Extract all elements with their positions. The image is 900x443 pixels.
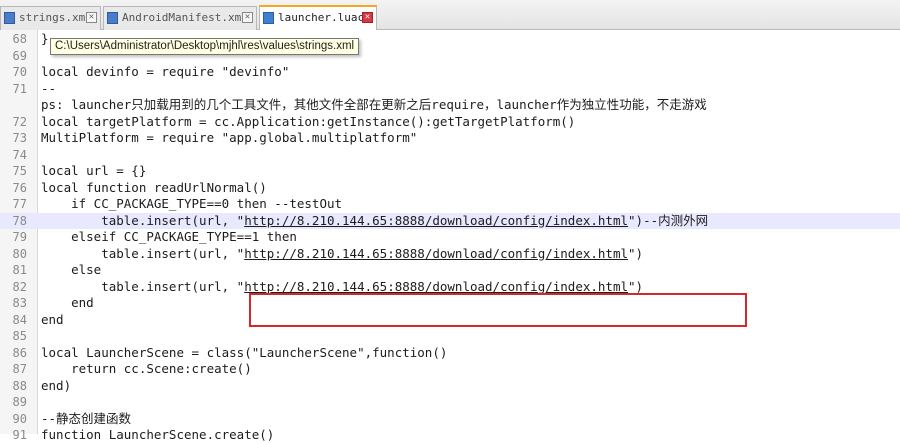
line-number: 84 bbox=[12, 312, 27, 327]
file-path-tooltip: C:\Users\Administrator\Desktop\mjhl\res\… bbox=[50, 38, 360, 55]
line-number: 79 bbox=[12, 230, 27, 244]
code-text: else bbox=[41, 262, 102, 277]
url-link[interactable]: http://8.210.144.65:8888/download/config… bbox=[244, 279, 628, 294]
url-link[interactable]: http://8.210.144.65:8888/download/config… bbox=[244, 213, 628, 228]
tab-label: launcher.luac bbox=[278, 11, 365, 24]
code-text: end bbox=[41, 295, 94, 310]
line-number: 76 bbox=[12, 180, 27, 195]
code-text: -- bbox=[41, 80, 57, 96]
code-text: function LauncherScene.create() bbox=[41, 427, 275, 442]
code-line[interactable]: 91 function LauncherScene.create() bbox=[0, 427, 900, 443]
line-number: 83 bbox=[12, 296, 27, 310]
code-segment: ") bbox=[628, 245, 644, 261]
line-number: 89 bbox=[12, 395, 27, 409]
code-segment: table.insert(url, " bbox=[41, 278, 245, 294]
code-line[interactable]: 79 elseif CC_PACKAGE_TYPE==1 then bbox=[0, 229, 900, 245]
tab-bar: strings.xml ✕ AndroidManifest.xml ✕ laun… bbox=[0, 0, 900, 30]
code-line[interactable]: 90 --静态创建函数 bbox=[0, 411, 900, 427]
code-line[interactable]: 75 local url = {} bbox=[0, 163, 900, 179]
code-line[interactable]: 89 bbox=[0, 394, 900, 410]
code-segment: table.insert(url, " bbox=[41, 245, 245, 261]
code-line[interactable]: 87 return cc.Scene:create() bbox=[0, 361, 900, 377]
tab-label: AndroidManifest.xml bbox=[122, 11, 248, 24]
code-text: local url = {} bbox=[41, 163, 147, 178]
code-text: --静态创建函数 bbox=[41, 410, 132, 426]
code-line[interactable]: 72 local targetPlatform = cc.Application:… bbox=[0, 114, 900, 130]
close-icon[interactable]: ✕ bbox=[86, 12, 97, 23]
code-text: local devinfo = require "devinfo" bbox=[41, 64, 290, 79]
code-line[interactable]: 74 bbox=[0, 147, 900, 163]
code-text: local targetPlatform = cc.Application:ge… bbox=[41, 113, 576, 129]
code-line[interactable]: 86 local LauncherScene = class("LauncherS… bbox=[0, 345, 900, 361]
code-text: elseif CC_PACKAGE_TYPE==1 then bbox=[41, 229, 297, 244]
code-text: local function readUrlNormal() bbox=[41, 179, 267, 195]
line-number: 71 bbox=[12, 81, 27, 96]
line-number: 73 bbox=[12, 131, 27, 145]
line-number: 81 bbox=[12, 263, 27, 277]
close-icon[interactable]: ✕ bbox=[242, 12, 253, 23]
code-line[interactable]: 81 else bbox=[0, 262, 900, 278]
close-icon[interactable]: ✕ bbox=[362, 12, 373, 23]
line-number: 77 bbox=[12, 197, 27, 211]
xml-file-icon bbox=[4, 12, 15, 24]
line-number: 74 bbox=[12, 147, 27, 162]
code-line[interactable]: ps: launcher只加载用到的几个工具文件，其他文件全部在更新之后requ… bbox=[0, 97, 900, 113]
code-line[interactable]: 88 end) bbox=[0, 378, 900, 394]
code-text: return cc.Scene:create() bbox=[41, 361, 252, 376]
code-text: MultiPlatform = require "app.global.mult… bbox=[41, 130, 418, 145]
code-text: table.insert(url, "http://8.210.144.65:8… bbox=[41, 246, 643, 262]
code-segment: table.insert(url, " bbox=[41, 212, 245, 228]
code-text: if CC_PACKAGE_TYPE==0 then --testOut bbox=[41, 196, 343, 211]
line-number: 87 bbox=[12, 362, 27, 376]
save-file-icon bbox=[263, 12, 274, 24]
code-line[interactable]: 73 MultiPlatform = require "app.global.mu… bbox=[0, 130, 900, 146]
code-line[interactable]: 71 -- bbox=[0, 81, 900, 97]
code-line[interactable]: 78 table.insert(url, "http://8.210.144.6… bbox=[0, 212, 900, 229]
url-link[interactable]: http://8.210.144.65:8888/download/config… bbox=[244, 246, 628, 261]
tab-launcher-luac[interactable]: launcher.luac ✕ bbox=[259, 5, 377, 30]
line-number: 69 bbox=[12, 48, 27, 63]
line-number: 72 bbox=[12, 114, 27, 129]
line-number: 88 bbox=[12, 378, 27, 393]
line-number: 91 bbox=[12, 428, 27, 442]
code-line[interactable]: 77 if CC_PACKAGE_TYPE==0 then --testOut bbox=[0, 196, 900, 212]
line-number: 85 bbox=[12, 329, 27, 343]
code-text: ps: launcher只加载用到的几个工具文件，其他文件全部在更新之后requ… bbox=[41, 97, 707, 112]
line-number: 70 bbox=[12, 65, 27, 79]
code-text: } bbox=[41, 31, 49, 46]
code-line[interactable]: 76 local function readUrlNormal() bbox=[0, 180, 900, 196]
line-number: 82 bbox=[12, 279, 27, 294]
code-text: local LauncherScene = class("LauncherSce… bbox=[41, 344, 448, 360]
line-number: 80 bbox=[12, 246, 27, 261]
tab-label: strings.xml bbox=[19, 11, 92, 24]
red-highlight-box bbox=[249, 293, 747, 327]
line-number: 68 bbox=[12, 32, 27, 46]
tab-strings-xml[interactable]: strings.xml ✕ bbox=[0, 6, 101, 30]
code-segment: ")--内测外网 bbox=[628, 212, 709, 228]
tab-androidmanifest-xml[interactable]: AndroidManifest.xml ✕ bbox=[103, 6, 257, 30]
line-number: 78 bbox=[12, 213, 27, 228]
xml-file-icon bbox=[107, 12, 118, 24]
code-line[interactable]: 85 bbox=[0, 328, 900, 344]
code-text: end bbox=[41, 311, 64, 327]
code-text: table.insert(url, "http://8.210.144.65:8… bbox=[41, 213, 708, 229]
code-editor[interactable]: 68} 69 70 local devinfo = require "devinfo"… bbox=[0, 30, 900, 442]
code-segment: ") bbox=[628, 278, 644, 294]
line-number: 75 bbox=[12, 164, 27, 178]
code-line[interactable]: 80 table.insert(url, "http://8.210.144.6… bbox=[0, 246, 900, 262]
code-text: end) bbox=[41, 377, 72, 393]
line-number: 90 bbox=[12, 411, 27, 426]
code-line[interactable]: 70 local devinfo = require "devinfo" bbox=[0, 64, 900, 80]
line-number: 86 bbox=[12, 345, 27, 360]
